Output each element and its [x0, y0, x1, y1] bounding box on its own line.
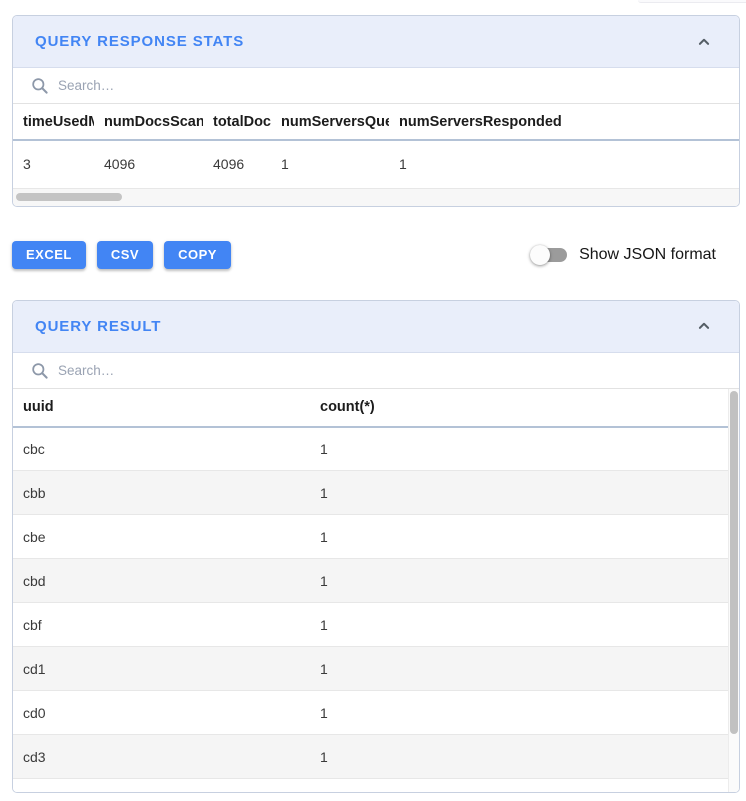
table-cell: cd1 — [13, 647, 310, 691]
column-header: numDocsScanned — [94, 104, 203, 140]
column-header: totalDocs — [203, 104, 271, 140]
excel-button[interactable]: EXCEL — [12, 241, 86, 269]
csv-button[interactable]: CSV — [97, 241, 153, 269]
column-header: numServersResponded — [389, 104, 739, 140]
query-result-panel: QUERY RESULT uuidcount(*) cbc1cbb1cbe1cb… — [12, 300, 740, 793]
toggle-thumb[interactable] — [530, 245, 550, 265]
result-table-header-row: uuidcount(*) — [13, 389, 739, 427]
search-icon — [30, 76, 49, 95]
column-header: numServersQueried — [271, 104, 389, 140]
query-console-results: QUERY RESPONSE STATS timeUsedMsnumDocsSc… — [12, 15, 740, 793]
result-table-area: uuidcount(*) cbc1cbb1cbe1cbd1cbf1cd11cd0… — [13, 389, 739, 793]
table-cell: cbb — [13, 471, 310, 515]
table-row: cbd1 — [13, 559, 739, 603]
table-cell: 4096 — [203, 140, 271, 188]
stats-table-header-row: timeUsedMsnumDocsScannedtotalDocsnumServ… — [13, 104, 739, 140]
table-row: cbc1 — [13, 427, 739, 471]
stats-search-input[interactable] — [58, 78, 558, 93]
result-table: uuidcount(*) cbc1cbb1cbe1cbd1cbf1cd11cd0… — [13, 389, 739, 780]
search-icon — [30, 361, 49, 380]
table-row: cbb1 — [13, 471, 739, 515]
copy-button[interactable]: COPY — [164, 241, 231, 269]
result-search-input[interactable] — [58, 363, 558, 378]
stats-table: timeUsedMsnumDocsScannedtotalDocsnumServ… — [13, 104, 739, 189]
table-row: cd11 — [13, 647, 739, 691]
table-cell: cbf — [13, 603, 310, 647]
table-cell: cbe — [13, 515, 310, 559]
table-cell: cd0 — [13, 691, 310, 735]
table-cell: 1 — [310, 471, 739, 515]
column-header: timeUsedMs — [13, 104, 94, 140]
vertical-scrollbar[interactable] — [728, 389, 739, 792]
table-cell: cd3 — [13, 735, 310, 779]
table-cell: 4096 — [94, 140, 203, 188]
stats-search-bar — [13, 68, 739, 104]
table-cell: cbd — [13, 559, 310, 603]
show-json-toggle[interactable]: Show JSON format — [530, 245, 716, 265]
result-table-body: cbc1cbb1cbe1cbd1cbf1cd11cd01cd31 — [13, 427, 739, 779]
table-cell: 1 — [310, 735, 739, 779]
column-header: uuid — [13, 389, 310, 427]
table-cell: 3 — [13, 140, 94, 188]
table-cell: 1 — [310, 559, 739, 603]
table-cell: 1 — [310, 603, 739, 647]
result-search-bar — [13, 353, 739, 389]
result-panel-header[interactable]: QUERY RESULT — [13, 301, 739, 353]
stats-panel-title: QUERY RESPONSE STATS — [35, 33, 695, 50]
table-row: cbe1 — [13, 515, 739, 559]
table-cell: 1 — [310, 427, 739, 471]
table-cell: 1 — [310, 515, 739, 559]
top-right-partial-element — [638, 0, 746, 3]
toggle-label: Show JSON format — [579, 246, 716, 264]
horizontal-scrollbar[interactable] — [13, 189, 739, 206]
toggle-switch-off[interactable] — [530, 245, 568, 265]
results-toolbar: EXCEL CSV COPY Show JSON format — [12, 241, 740, 269]
column-header: count(*) — [310, 389, 739, 427]
table-row: cd31 — [13, 735, 739, 779]
stats-table-body: 34096409611 — [13, 140, 739, 188]
chevron-up-icon[interactable] — [695, 33, 717, 51]
table-cell: 1 — [310, 691, 739, 735]
stats-panel-header[interactable]: QUERY RESPONSE STATS — [13, 16, 739, 68]
result-panel-title: QUERY RESULT — [35, 318, 695, 335]
query-response-stats-panel: QUERY RESPONSE STATS timeUsedMsnumDocsSc… — [12, 15, 740, 207]
table-cell: 1 — [389, 140, 739, 188]
table-cell: 1 — [271, 140, 389, 188]
chevron-up-icon[interactable] — [695, 317, 717, 335]
table-cell: cbc — [13, 427, 310, 471]
table-row: cd01 — [13, 691, 739, 735]
table-cell: 1 — [310, 647, 739, 691]
horizontal-scrollbar-thumb[interactable] — [16, 193, 122, 201]
vertical-scrollbar-thumb[interactable] — [730, 391, 738, 734]
table-row: cbf1 — [13, 603, 739, 647]
table-row: 34096409611 — [13, 140, 739, 188]
